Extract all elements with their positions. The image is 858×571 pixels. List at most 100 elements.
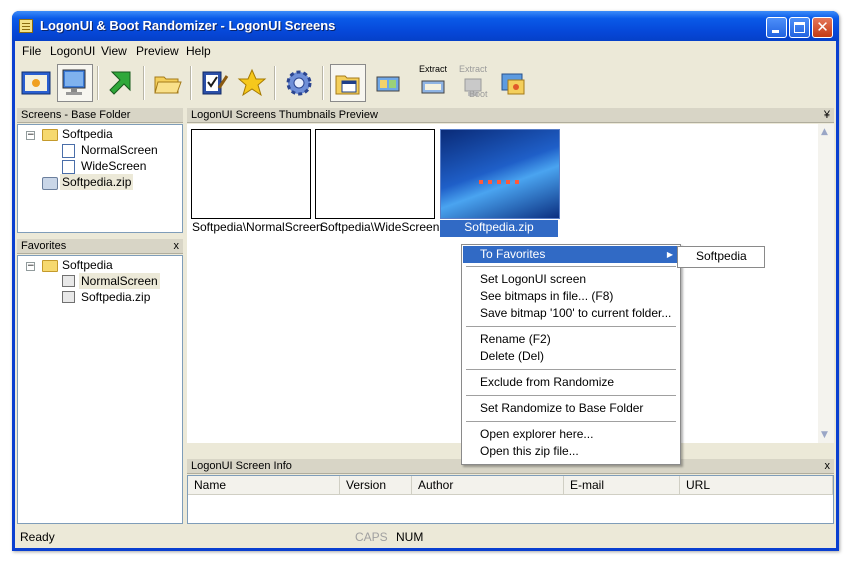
thumbnail-caption: Softpedia\WideScreen (320, 220, 440, 234)
status-bar: Ready CAPS NUM (15, 527, 836, 548)
favorites-close-button[interactable]: x (174, 239, 180, 254)
tree-item-softpedia[interactable]: Softpedia (62, 126, 113, 142)
collapse-toggle[interactable]: − (26, 262, 35, 271)
menu-view[interactable]: View (101, 44, 127, 58)
info-list: Name Version Author E-mail URL (187, 475, 834, 524)
menu-save-bitmap[interactable]: Save bitmap '100' to current folder... (463, 305, 679, 322)
toolbar-separator (143, 66, 145, 100)
favorites-item-normalscreen[interactable]: NormalScreen (79, 273, 160, 289)
scroll-up-icon[interactable]: ▲ (821, 127, 828, 137)
thumbnail-caption-selected: Softpedia.zip (440, 220, 558, 237)
menu-separator (466, 369, 676, 370)
tree-item-normalscreen[interactable]: NormalScreen (81, 142, 158, 158)
thumbnails-panel-title: LogonUI Screens Thumbnails Preview (191, 109, 378, 121)
toolbar-separator (322, 66, 324, 100)
close-button[interactable]: ✕ (812, 17, 833, 38)
thumbnails-panel-header: LogonUI Screens Thumbnails Preview ¥ (187, 108, 834, 123)
thumbnail-normalscreen[interactable] (191, 129, 311, 219)
favorites-panel-title: Favorites (21, 240, 67, 252)
folder-icon (42, 260, 58, 272)
column-version[interactable]: Version (340, 476, 412, 494)
bitmaps-icon (376, 76, 400, 92)
tool-bitmaps[interactable] (370, 64, 406, 102)
menu-open-zip[interactable]: Open this zip file... (463, 443, 679, 460)
menu-rename[interactable]: Rename (F2) (463, 331, 679, 348)
menu-open-explorer[interactable]: Open explorer here... (463, 426, 679, 443)
title-bar[interactable]: LogonUI & Boot Randomizer - LogonUI Scre… (12, 11, 839, 41)
monitor-icon (62, 69, 86, 95)
favorites-item-softpedia-zip[interactable]: Softpedia.zip (81, 289, 150, 305)
maximize-icon (794, 22, 805, 33)
tool-extract[interactable]: Extract (415, 64, 451, 102)
zip-screens-icon (501, 73, 525, 95)
favorites-item-softpedia[interactable]: Softpedia (62, 257, 113, 273)
menu-separator (466, 326, 676, 327)
tool-favorites[interactable] (234, 64, 270, 102)
column-author[interactable]: Author (412, 476, 564, 494)
column-name[interactable]: Name (188, 476, 340, 494)
screens-panel-title: Screens - Base Folder (21, 109, 131, 121)
toolbar: Extract Extract Boot (15, 62, 836, 106)
info-close-button[interactable]: x (825, 459, 831, 474)
menu-help[interactable]: Help (186, 44, 211, 58)
green-arrow-icon (109, 71, 131, 95)
menu-to-favorites-label: To Favorites (480, 247, 546, 261)
tool-apply[interactable] (103, 64, 139, 102)
thumbnail-widescreen[interactable] (315, 129, 435, 219)
toolbar-separator (97, 66, 99, 100)
tool-settings[interactable] (281, 64, 317, 102)
tool-zip-screens[interactable] (495, 64, 531, 102)
menu-delete[interactable]: Delete (Del) (463, 348, 679, 365)
open-folder-icon (154, 76, 182, 94)
collapse-toggle[interactable]: − (26, 131, 35, 140)
thumbnail-caption: Softpedia\NormalScreen (192, 220, 323, 234)
menu-preview[interactable]: Preview (136, 44, 179, 58)
star-icon (237, 68, 267, 97)
thumbnail-softpedia-zip[interactable] (440, 129, 560, 219)
tree-item-widescreen[interactable]: WideScreen (81, 158, 146, 174)
tool-extract-boot[interactable]: Extract Boot (455, 64, 491, 102)
status-ready: Ready (20, 530, 55, 544)
column-email[interactable]: E-mail (564, 476, 680, 494)
monitor-icon (62, 291, 75, 303)
maximize-button[interactable] (789, 17, 810, 38)
menu-see-bitmaps[interactable]: See bitmaps in file... (F8) (463, 288, 679, 305)
submenu-softpedia[interactable]: Softpedia (696, 249, 747, 263)
gear-icon (286, 70, 312, 96)
scroll-down-icon[interactable]: ▼ (821, 430, 828, 440)
tool-logon-screen[interactable] (18, 64, 54, 102)
info-panel-title: LogonUI Screen Info (191, 460, 292, 472)
minimize-button[interactable] (766, 17, 787, 38)
tool-calendar[interactable] (330, 64, 366, 102)
toolbar-separator (274, 66, 276, 100)
menu-file[interactable]: File (22, 44, 41, 58)
context-menu: To Favorites ▶ Set LogonUI screen See bi… (461, 244, 681, 465)
tool-open-folder[interactable] (149, 64, 185, 102)
favorites-panel-header: Favorites x (17, 239, 183, 254)
menu-exclude-randomize[interactable]: Exclude from Randomize (463, 374, 679, 391)
client-area: File LogonUI View Preview Help Extract E… (15, 41, 836, 548)
favorites-tree: − Softpedia NormalScreen Softpedia.zip (17, 255, 183, 524)
monitor-icon (62, 275, 75, 287)
screens-tree: − Softpedia NormalScreen WideScreen Soft… (17, 124, 183, 233)
toolbar-separator (190, 66, 192, 100)
zip-icon (42, 177, 58, 190)
menu-set-randomize-base[interactable]: Set Randomize to Base Folder (463, 400, 679, 417)
menu-logonui[interactable]: LogonUI (50, 44, 95, 58)
menu-set-logonui-screen[interactable]: Set LogonUI screen (463, 271, 679, 288)
edit-checklist-icon (202, 71, 229, 95)
tool-edit[interactable] (196, 64, 232, 102)
menu-separator (466, 395, 676, 396)
tool-logonui-screens[interactable] (57, 64, 93, 102)
app-icon (19, 19, 33, 33)
tree-item-softpedia-zip[interactable]: Softpedia.zip (60, 174, 134, 190)
logon-screen-icon (21, 71, 51, 95)
menu-to-favorites[interactable]: To Favorites ▶ (463, 246, 679, 263)
extract-boot-label: Extract (459, 64, 488, 74)
column-url[interactable]: URL (680, 476, 833, 494)
extract-boot-sublabel: Boot (469, 89, 488, 99)
favorites-submenu: Softpedia (677, 246, 765, 268)
app-window: LogonUI & Boot Randomizer - LogonUI Scre… (12, 11, 839, 551)
thumbnails-scrollbar[interactable]: ▲ ▼ (818, 124, 834, 443)
thumbnails-pin-button[interactable]: ¥ (824, 108, 830, 123)
